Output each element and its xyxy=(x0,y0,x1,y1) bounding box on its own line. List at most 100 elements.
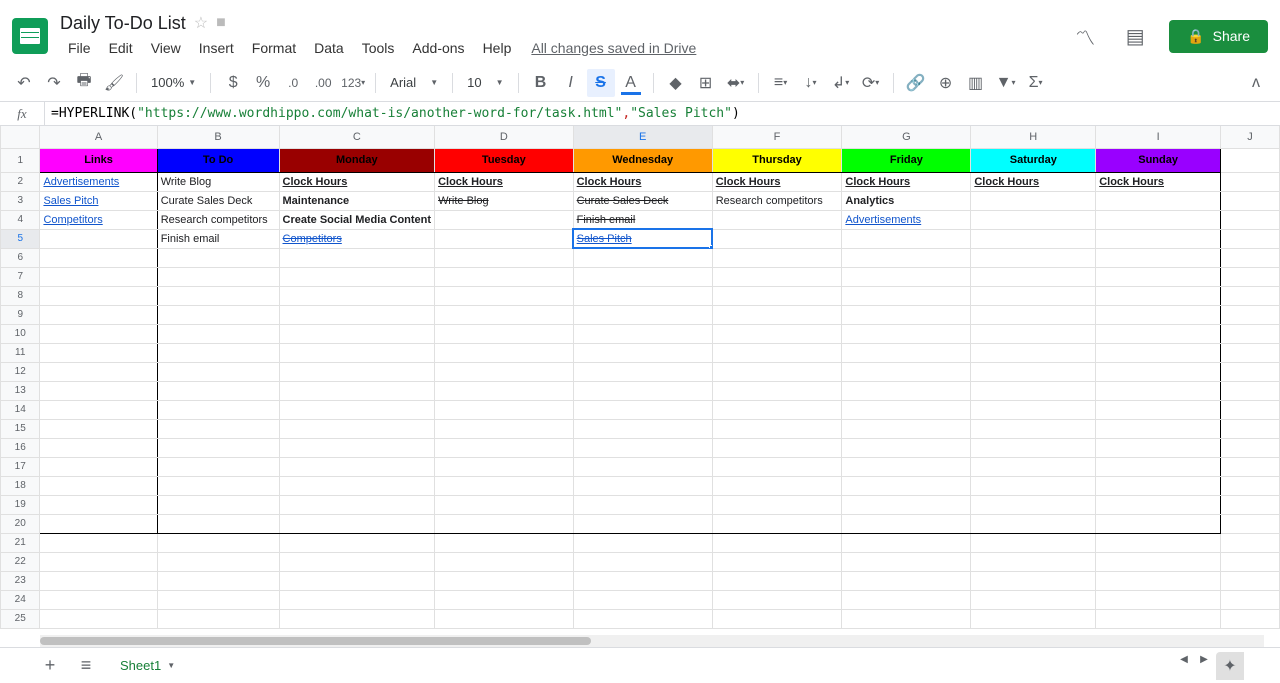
vertical-align-button[interactable]: ↓▾ xyxy=(797,69,825,97)
cell-E23[interactable] xyxy=(573,571,712,590)
cell-A25[interactable] xyxy=(40,609,157,628)
cell-B14[interactable] xyxy=(157,400,279,419)
cell-G21[interactable] xyxy=(842,533,971,552)
cell-D11[interactable] xyxy=(435,343,574,362)
cell-E10[interactable] xyxy=(573,324,712,343)
header-cell-friday[interactable]: Friday xyxy=(842,148,971,172)
cell-E4[interactable]: Finish email xyxy=(573,210,712,229)
header-cell-tuesday[interactable]: Tuesday xyxy=(435,148,574,172)
cell-C4[interactable]: Create Social Media Content xyxy=(279,210,435,229)
cell-G16[interactable] xyxy=(842,438,971,457)
menu-format[interactable]: Format xyxy=(244,36,304,60)
row-header-25[interactable]: 25 xyxy=(1,609,40,628)
row-header-9[interactable]: 9 xyxy=(1,305,40,324)
cell-D12[interactable] xyxy=(435,362,574,381)
cell-I18[interactable] xyxy=(1096,476,1221,495)
cell-I4[interactable] xyxy=(1096,210,1221,229)
cell-G11[interactable] xyxy=(842,343,971,362)
cell-I9[interactable] xyxy=(1096,305,1221,324)
sheets-logo-icon[interactable] xyxy=(12,18,48,54)
cell-D6[interactable] xyxy=(435,248,574,267)
cell-F24[interactable] xyxy=(712,590,842,609)
cell-C17[interactable] xyxy=(279,457,435,476)
cell-I13[interactable] xyxy=(1096,381,1221,400)
cell-B6[interactable] xyxy=(157,248,279,267)
cell-D22[interactable] xyxy=(435,552,574,571)
text-color-button[interactable]: A xyxy=(617,69,645,97)
cell-B12[interactable] xyxy=(157,362,279,381)
cell-I21[interactable] xyxy=(1096,533,1221,552)
cell-H13[interactable] xyxy=(971,381,1096,400)
cell-J13[interactable] xyxy=(1221,381,1280,400)
cell-E6[interactable] xyxy=(573,248,712,267)
borders-button[interactable]: ⊞ xyxy=(692,69,720,97)
cell-C19[interactable] xyxy=(279,495,435,514)
cell-B7[interactable] xyxy=(157,267,279,286)
cell-D7[interactable] xyxy=(435,267,574,286)
cell-I7[interactable] xyxy=(1096,267,1221,286)
font-size-select[interactable]: 10▼ xyxy=(461,75,509,90)
cell-I11[interactable] xyxy=(1096,343,1221,362)
menu-view[interactable]: View xyxy=(143,36,189,60)
row-header-22[interactable]: 22 xyxy=(1,552,40,571)
row-header-14[interactable]: 14 xyxy=(1,400,40,419)
cell-J8[interactable] xyxy=(1221,286,1280,305)
cell-D23[interactable] xyxy=(435,571,574,590)
cell-C8[interactable] xyxy=(279,286,435,305)
cell-I8[interactable] xyxy=(1096,286,1221,305)
cell-H24[interactable] xyxy=(971,590,1096,609)
row-header-16[interactable]: 16 xyxy=(1,438,40,457)
cell-C13[interactable] xyxy=(279,381,435,400)
row-header-8[interactable]: 8 xyxy=(1,286,40,305)
cell[interactable] xyxy=(1221,148,1280,172)
row-header-15[interactable]: 15 xyxy=(1,419,40,438)
cell-E11[interactable] xyxy=(573,343,712,362)
cell-G12[interactable] xyxy=(842,362,971,381)
cell-A22[interactable] xyxy=(40,552,157,571)
cell-A14[interactable] xyxy=(40,400,157,419)
cell-B18[interactable] xyxy=(157,476,279,495)
cell-H10[interactable] xyxy=(971,324,1096,343)
text-wrap-button[interactable]: ↲▾ xyxy=(827,69,855,97)
cell-G23[interactable] xyxy=(842,571,971,590)
cell-I17[interactable] xyxy=(1096,457,1221,476)
row-header-2[interactable]: 2 xyxy=(1,172,40,191)
cell-A3[interactable]: Sales Pitch xyxy=(40,191,157,210)
zoom-select[interactable]: 100%▼ xyxy=(145,75,202,90)
cell-F3[interactable]: Research competitors xyxy=(712,191,842,210)
cell-G9[interactable] xyxy=(842,305,971,324)
cell-A5[interactable] xyxy=(40,229,157,248)
text-rotation-button[interactable]: ⟳▾ xyxy=(857,69,885,97)
cell-C18[interactable] xyxy=(279,476,435,495)
horizontal-align-button[interactable]: ≡▾ xyxy=(767,69,795,97)
cell-I23[interactable] xyxy=(1096,571,1221,590)
cell-H16[interactable] xyxy=(971,438,1096,457)
cell-J17[interactable] xyxy=(1221,457,1280,476)
insert-link-button[interactable]: 🔗 xyxy=(902,69,930,97)
cell-B16[interactable] xyxy=(157,438,279,457)
cell-J23[interactable] xyxy=(1221,571,1280,590)
horizontal-scrollbar[interactable] xyxy=(40,635,1264,647)
cell-D10[interactable] xyxy=(435,324,574,343)
cell-H21[interactable] xyxy=(971,533,1096,552)
cell-A4[interactable]: Competitors xyxy=(40,210,157,229)
column-header-C[interactable]: C xyxy=(279,126,435,148)
cell-I15[interactable] xyxy=(1096,419,1221,438)
cell-H2[interactable]: Clock Hours xyxy=(971,172,1096,191)
cell-J20[interactable] xyxy=(1221,514,1280,533)
cell-C20[interactable] xyxy=(279,514,435,533)
cell-G18[interactable] xyxy=(842,476,971,495)
column-header-I[interactable]: I xyxy=(1096,126,1221,148)
cell-A8[interactable] xyxy=(40,286,157,305)
cell-D9[interactable] xyxy=(435,305,574,324)
functions-button[interactable]: Σ▾ xyxy=(1022,69,1050,97)
cell-B20[interactable] xyxy=(157,514,279,533)
row-header-23[interactable]: 23 xyxy=(1,571,40,590)
row-header-1[interactable]: 1 xyxy=(1,148,40,172)
cell-H7[interactable] xyxy=(971,267,1096,286)
menu-insert[interactable]: Insert xyxy=(191,36,242,60)
cell-B21[interactable] xyxy=(157,533,279,552)
format-percent-button[interactable]: % xyxy=(249,69,277,97)
cell-I12[interactable] xyxy=(1096,362,1221,381)
cell-H11[interactable] xyxy=(971,343,1096,362)
